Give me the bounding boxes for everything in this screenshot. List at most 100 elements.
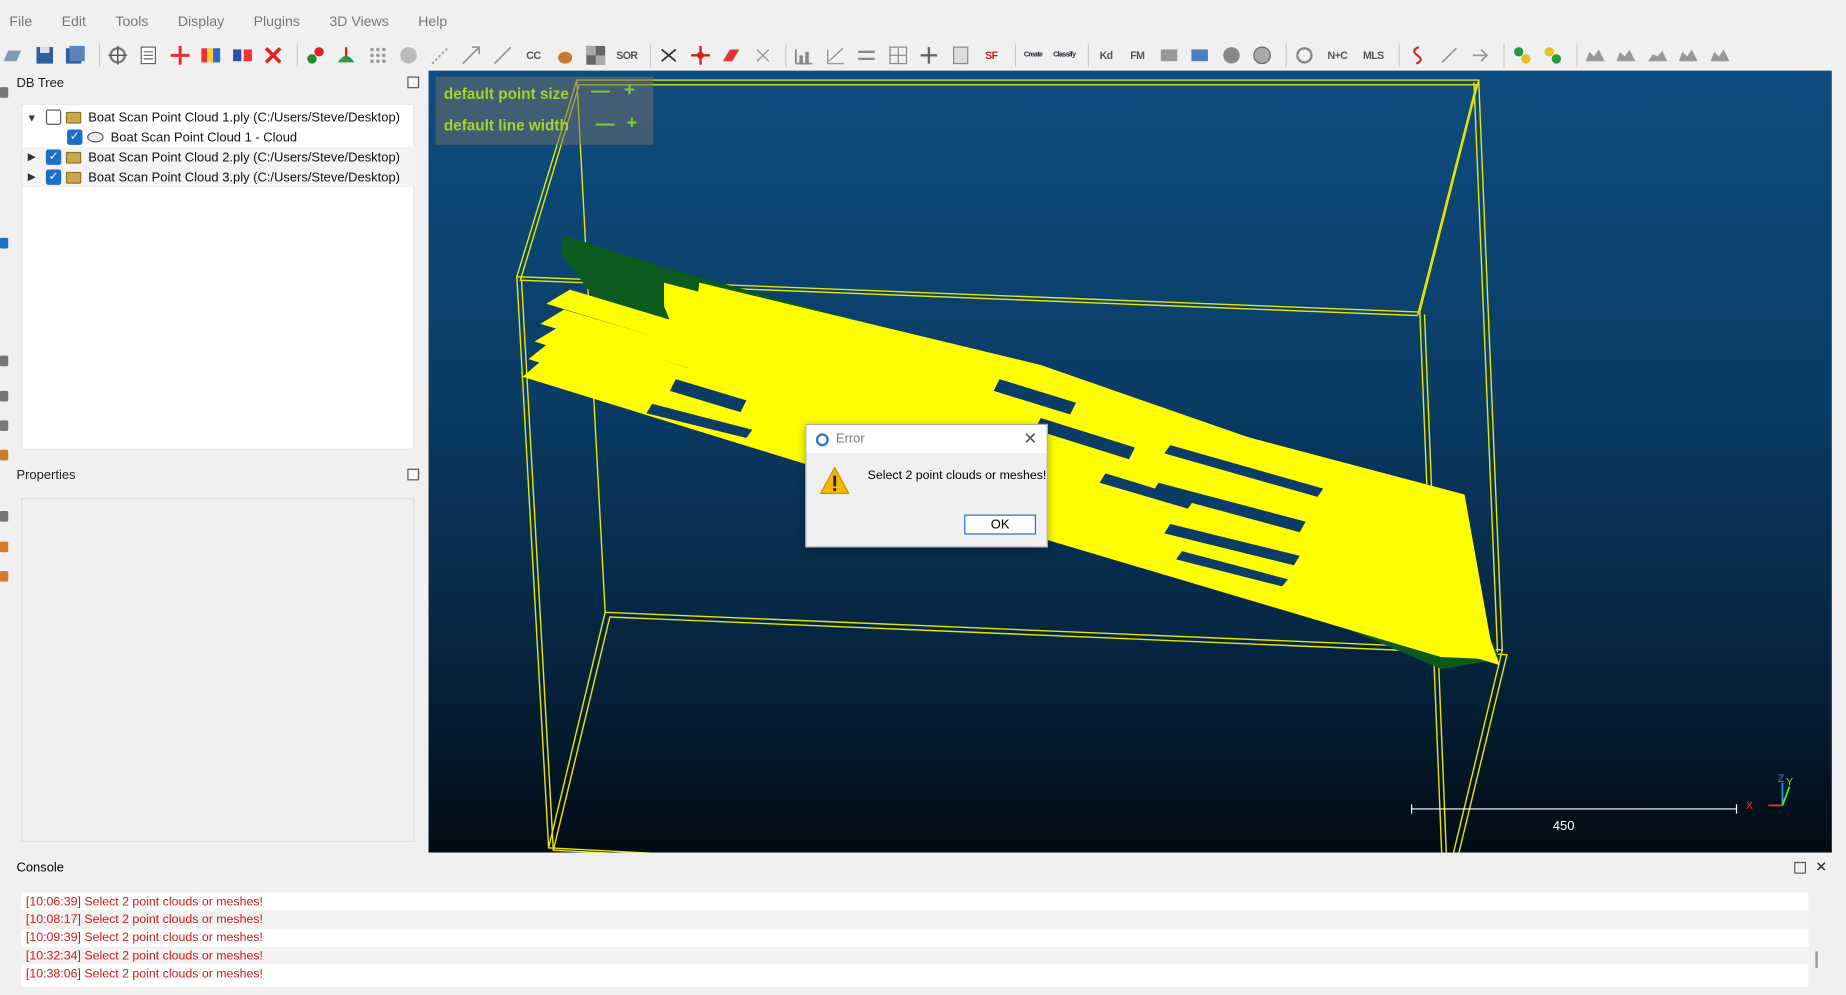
console-scrollbar[interactable] [1815,951,1818,968]
point-size-minus-button[interactable]: — [591,81,610,102]
grid-icon[interactable] [885,42,911,68]
profile-icon-5[interactable] [1706,42,1732,68]
add-icon[interactable] [916,42,942,68]
sor-icon[interactable]: SOR [614,42,640,68]
plugin-icon[interactable] [1291,42,1317,68]
fm-icon[interactable]: FM [1124,42,1150,68]
spline-icon[interactable] [1405,42,1431,68]
tree-item[interactable]: ▶ Boat Scan Point Cloud 3.ply (C:/Users/… [22,167,416,188]
sf-icon[interactable]: SF [978,42,1004,68]
view-front-icon[interactable] [0,355,9,367]
register-icon[interactable] [1467,42,1493,68]
tree-checkbox[interactable] [45,109,62,125]
raster-icon[interactable] [1156,42,1182,68]
canupo-classify-icon[interactable]: Classify [1051,42,1077,68]
filter-icon[interactable] [854,42,880,68]
expand-right-icon[interactable]: ▶ [25,170,39,184]
view-left-icon[interactable] [0,420,9,431]
normals-icon[interactable] [333,42,359,68]
fit-icon[interactable] [489,42,515,68]
transfer-icon[interactable] [229,42,255,68]
list-icon[interactable] [135,42,161,68]
tree-item[interactable]: ▼ Boat Scan Point Cloud 1.ply (C:/Users/… [22,107,415,127]
expand-down-icon[interactable]: ▼ [25,110,39,124]
properties-title: Properties [11,465,424,487]
menu-tools[interactable]: Tools [106,13,168,29]
globe-icon[interactable] [1249,42,1275,68]
kd-icon[interactable]: Kd [1093,42,1119,68]
translate-icon[interactable] [687,42,713,68]
point-size-plus-button[interactable]: + [624,80,635,101]
segment-icon[interactable] [718,42,744,68]
delete-icon[interactable] [260,42,286,68]
tree-item[interactable]: Boat Scan Point Cloud 1 - Cloud [22,127,415,147]
sample-icon[interactable] [364,42,390,68]
line-width-minus-button[interactable]: — [596,114,615,135]
tree-checkbox[interactable] [45,149,62,165]
cc-icon[interactable]: CC [520,42,546,68]
3d-viewport[interactable]: X Z Y default point size — + default lin… [428,70,1832,853]
profile-icon-1[interactable] [1582,42,1608,68]
bunny-icon[interactable] [552,42,578,68]
table-icon[interactable] [947,42,973,68]
rainbow-icon[interactable] [198,42,224,68]
scale-icon[interactable] [458,42,484,68]
view-right-icon[interactable] [0,511,9,522]
lamp-icon[interactable] [0,571,9,582]
mls-icon[interactable]: MLS [1358,42,1389,68]
sphere-icon[interactable] [1218,42,1244,68]
menu-3d-views[interactable]: 3D Views [320,13,409,29]
menu-plugins[interactable]: Plugins [244,13,320,29]
float-icon[interactable] [1794,861,1806,874]
profile-icon-4[interactable] [1675,42,1701,68]
point-cloud-scene [515,79,1791,853]
curve-icon[interactable] [822,42,848,68]
scissors-icon[interactable] [656,42,682,68]
tree-item[interactable]: ▶ Boat Scan Point Cloud 2.ply (C:/Users/… [22,147,416,168]
open-icon[interactable] [0,42,26,68]
toolbar-separator [98,43,100,68]
close-icon[interactable]: ✕ [1023,429,1037,449]
active-view-icon[interactable] [0,237,9,249]
expand-right-icon[interactable]: ▶ [25,150,39,164]
axis-z-label: Z [1777,772,1785,785]
cross-section-icon[interactable] [749,42,775,68]
mesh-icon[interactable] [396,42,422,68]
light-icon[interactable] [0,449,9,461]
save-all-icon[interactable] [62,42,88,68]
view-back-icon[interactable] [0,390,9,402]
tree-checkbox[interactable] [67,129,83,145]
menu-edit[interactable]: Edit [52,13,106,29]
line-width-plus-button[interactable]: + [626,113,637,134]
float-icon[interactable] [407,468,420,481]
menu-display[interactable]: Display [168,13,244,29]
sun-icon[interactable] [0,541,9,553]
fit-shape-icon[interactable] [1436,42,1462,68]
float-icon[interactable] [407,76,420,89]
close-icon[interactable]: ✕ [1815,858,1827,874]
3dmasc-train-icon[interactable] [1509,42,1535,68]
subsample-icon[interactable] [427,42,453,68]
save-icon[interactable] [31,42,57,68]
canupo-create-icon[interactable]: Create [1020,42,1046,68]
ok-button[interactable]: OK [964,514,1037,535]
profile-icon-2[interactable] [1613,42,1639,68]
merge-icon[interactable] [302,42,328,68]
3dmasc-classify-icon[interactable] [1540,42,1566,68]
nc-icon[interactable]: N+C [1322,42,1353,68]
histogram-icon[interactable] [791,42,817,68]
view-icon[interactable] [0,87,9,98]
menu-file[interactable]: File [0,13,52,29]
console-log: [10:06:39] Select 2 point clouds or mesh… [21,892,1809,987]
display-icon[interactable] [1187,42,1213,68]
point-cloud-icon [87,131,104,143]
crosshair-icon[interactable] [167,42,193,68]
pick-icon[interactable] [104,42,130,68]
checker-icon[interactable] [583,42,609,68]
tree-checkbox[interactable] [45,169,62,185]
profile-icon-3[interactable] [1644,42,1670,68]
line-width-row: default line width [444,112,569,138]
folder-icon [65,111,82,124]
toolbar-separator [1087,43,1089,68]
menu-help[interactable]: Help [409,13,467,29]
